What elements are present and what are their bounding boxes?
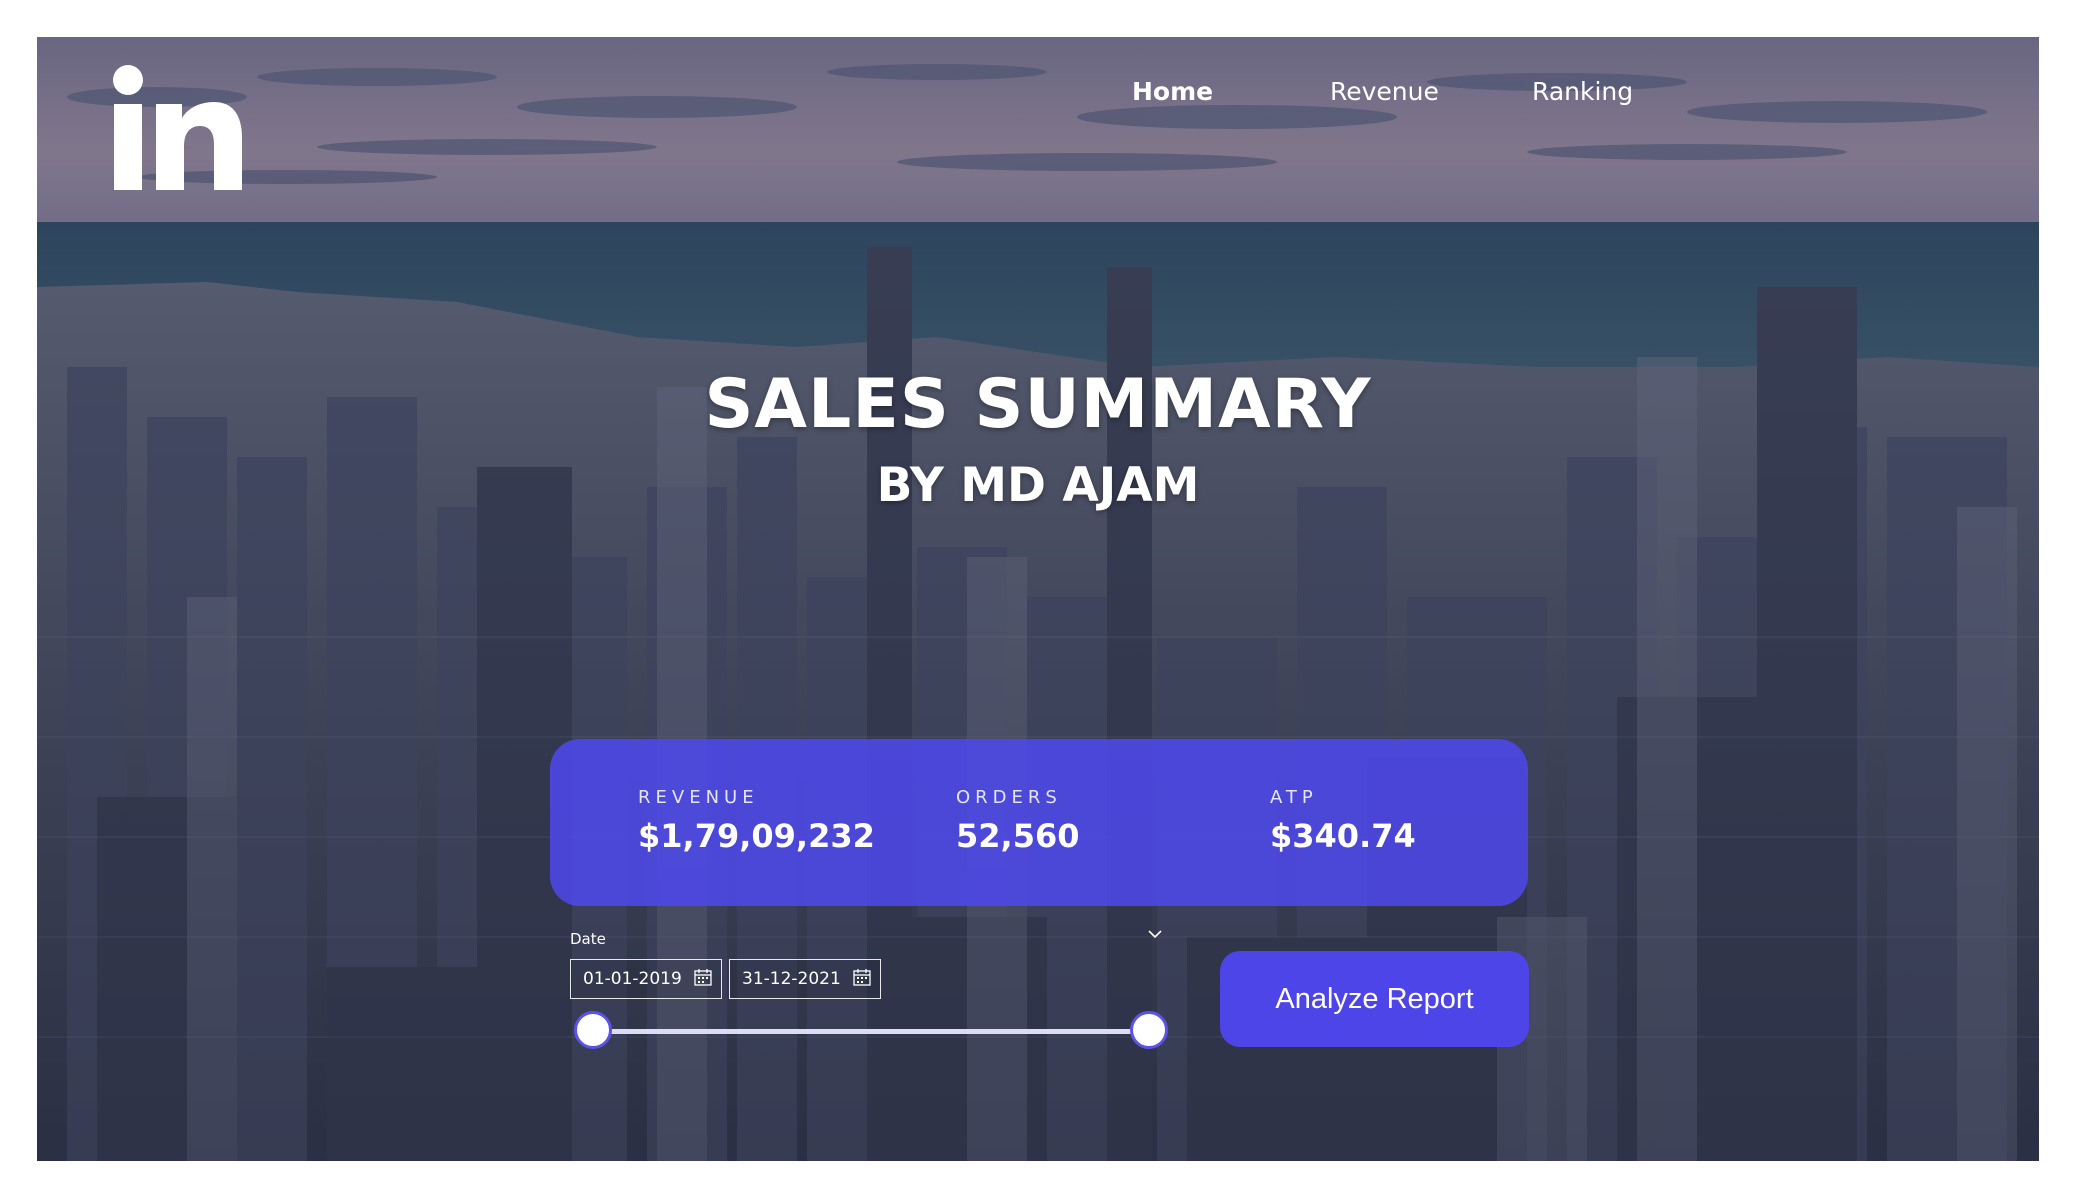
date-slicer-label: Date <box>570 930 606 948</box>
date-start-value: 01-01-2019 <box>583 969 682 989</box>
chevron-down-icon[interactable] <box>1145 924 1165 944</box>
page: Home Revenue Ranking SALES SUMMARY BY MD… <box>0 0 2075 1200</box>
kpi-value: 52,560 <box>956 817 1080 855</box>
nav-home[interactable]: Home <box>1132 77 1213 106</box>
kpi-label: REVENUE <box>638 787 759 808</box>
report-canvas: Home Revenue Ranking SALES SUMMARY BY MD… <box>37 37 2039 1161</box>
date-start-field[interactable]: 01-01-2019 <box>570 959 722 999</box>
date-end-field[interactable]: 31-12-2021 <box>729 959 881 999</box>
kpi-value: $1,79,09,232 <box>638 817 875 855</box>
calendar-icon[interactable] <box>693 968 713 988</box>
date-range-start-handle[interactable] <box>574 1011 612 1049</box>
nav-revenue[interactable]: Revenue <box>1330 77 1439 106</box>
kpi-label: ORDERS <box>956 787 1062 808</box>
city-skyline-background <box>37 37 2039 1161</box>
page-title: SALES SUMMARY <box>704 365 1372 444</box>
nav-ranking[interactable]: Ranking <box>1532 77 1633 106</box>
page-subtitle: BY MD AJAM <box>876 458 1200 513</box>
date-range-slider-track[interactable] <box>593 1029 1147 1034</box>
date-range-end-handle[interactable] <box>1130 1011 1168 1049</box>
linkedin-logo-icon <box>113 65 242 190</box>
calendar-icon[interactable] <box>852 968 872 988</box>
date-end-value: 31-12-2021 <box>742 969 841 989</box>
kpi-label: ATP <box>1270 787 1318 808</box>
analyze-report-button[interactable]: Analyze Report <box>1220 951 1529 1047</box>
kpi-value: $340.74 <box>1270 817 1416 855</box>
kpi-panel: REVENUE $1,79,09,232 ORDERS 52,560 ATP $… <box>550 739 1528 906</box>
